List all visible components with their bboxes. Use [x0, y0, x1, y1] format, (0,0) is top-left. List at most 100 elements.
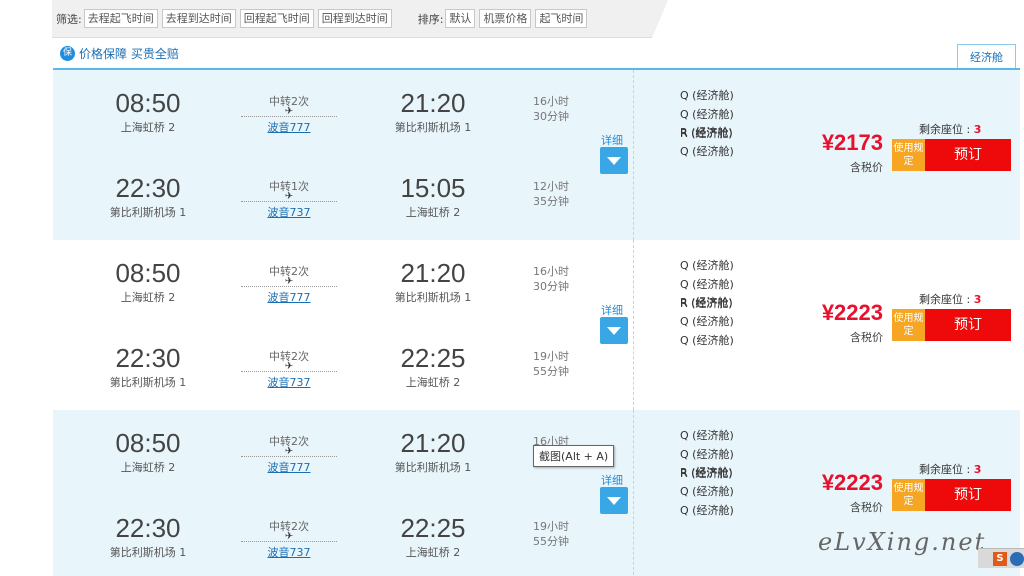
route-line	[241, 116, 337, 117]
book-button[interactable]: 预订	[925, 309, 1011, 341]
cabin-class: Q (经济舱)	[680, 145, 734, 158]
duration-minutes: 30分钟	[533, 280, 569, 293]
cabin-class: R (经济舱)	[680, 296, 733, 309]
duration-minutes: 55分钟	[533, 365, 569, 378]
arrival-time: 21:20	[400, 258, 466, 288]
duration-hours: 19小时	[533, 350, 569, 363]
cabin-class: Q (经济舱)	[680, 108, 734, 121]
route-line	[241, 201, 337, 202]
outbound-segment: 08:50 上海虹桥 2 中转2次 ✈ 波音777 21:20 第比利斯机场 1…	[53, 70, 633, 155]
aircraft-link[interactable]: 波音777	[241, 289, 337, 305]
cabin-class: Q (经济舱)	[680, 485, 734, 498]
cabin-class: Q (经济舱)	[680, 278, 734, 291]
cabin-class: Q (经济舱)	[680, 259, 734, 272]
filter-bar: 筛选: 去程起飞时间 去程到达时间 回程起飞时间 回程到达时间 排序: 默认 机…	[52, 0, 668, 38]
sort-departure-time[interactable]: 起飞时间	[535, 9, 588, 28]
duration-hours: 16小时	[533, 95, 569, 108]
cabin-class: Q (经济舱)	[680, 315, 734, 328]
watermark: eLvXing.net	[818, 528, 987, 556]
arrival-time: 21:20	[400, 428, 466, 458]
fare-rules-button[interactable]: 使用规定	[892, 309, 925, 341]
duration-hours: 16小时	[533, 265, 569, 278]
arrival-airport: 第比利斯机场 1	[394, 291, 472, 304]
aircraft-link[interactable]: 波音737	[241, 544, 337, 560]
cabin-class: Q (经济舱)	[680, 334, 734, 347]
duration-hours: 12小时	[533, 180, 569, 193]
route-line	[241, 371, 337, 372]
remaining-seats-count: 3	[973, 123, 982, 136]
route-line	[241, 286, 337, 287]
sort-price[interactable]: 机票价格	[479, 9, 532, 28]
remaining-seats-label: 剩余座位 :	[919, 123, 974, 136]
remaining-seats-label: 剩余座位 :	[919, 463, 974, 476]
filter-outbound-arrival-time[interactable]: 去程到达时间	[161, 9, 236, 28]
details-link[interactable]: 详细	[601, 302, 623, 318]
filter-return-arrival-time[interactable]: 回程到达时间	[317, 9, 392, 28]
aircraft-link[interactable]: 波音737	[241, 204, 337, 220]
arrival-time: 21:20	[400, 88, 466, 118]
remaining-seats-count: 3	[973, 463, 982, 476]
details-link[interactable]: 详细	[601, 472, 623, 488]
flight-duration: 16小时 30分钟	[533, 94, 569, 124]
aircraft-link[interactable]: 波音777	[241, 459, 337, 475]
aircraft-link[interactable]: 波音737	[241, 374, 337, 390]
sort-default[interactable]: 默认	[445, 9, 476, 28]
price: ¥2223	[821, 470, 883, 495]
fare-rules-button[interactable]: 使用规定	[892, 139, 925, 171]
duration-minutes: 30分钟	[533, 110, 569, 123]
price-guarantee-text: 价格保障 买贵全赔	[79, 47, 179, 61]
filter-outbound-departure-time[interactable]: 去程起飞时间	[83, 9, 158, 28]
globe-icon[interactable]	[1010, 552, 1024, 566]
flight-duration: 19小时 55分钟	[533, 519, 569, 549]
arrival-airport: 第比利斯机场 1	[394, 461, 472, 474]
departure-time: 08:50	[115, 428, 181, 458]
outbound-classes: Q (经济舱) Q (经济舱) R (经济舱)	[680, 426, 734, 480]
arrival-airport: 上海虹桥 2	[405, 376, 461, 389]
cabin-class: R (经济舱)	[680, 466, 733, 479]
price-guarantee[interactable]: 保 价格保障 买贵全赔	[60, 45, 179, 62]
arrival-time: 22:25	[400, 343, 466, 373]
expand-chevron-down-icon[interactable]	[600, 147, 628, 174]
tax-included-label: 含税价	[850, 331, 883, 344]
shield-icon: 保	[60, 46, 75, 61]
inbound-classes: R (经济舱) Q (经济舱) Q (经济舱)	[680, 293, 734, 347]
filter-return-departure-time[interactable]: 回程起飞时间	[239, 9, 314, 28]
expand-chevron-down-icon[interactable]	[600, 487, 628, 514]
book-button[interactable]: 预订	[925, 139, 1011, 171]
arrival-time: 15:05	[400, 173, 466, 203]
remaining-seats-count: 3	[973, 293, 982, 306]
expand-chevron-down-icon[interactable]	[600, 317, 628, 344]
cabin-class-list: Q (经济舱) Q (经济舱) R (经济舱) R (经济舱) Q (经济舱) Q (经…	[680, 426, 734, 517]
inbound-segment: 22:30 第比利斯机场 1 中转1次 ✈ 波音737 15:05 上海虹桥 2…	[53, 155, 633, 240]
departure-airport: 上海虹桥 2	[120, 461, 176, 474]
cabin-class: R (经济舱)	[680, 126, 733, 139]
details-link[interactable]: 详细	[601, 132, 623, 148]
aircraft-link[interactable]: 波音777	[241, 119, 337, 135]
price: ¥2173	[821, 130, 883, 155]
flight-duration: 19小时 55分钟	[533, 349, 569, 379]
cabin-class: Q (经济舱)	[680, 429, 734, 442]
arrival-time: 22:25	[400, 513, 466, 543]
cabin-class: Q (经济舱)	[680, 89, 734, 102]
cabin-class: Q (经济舱)	[680, 448, 734, 461]
fare-rules-button[interactable]: 使用规定	[892, 479, 925, 511]
route-line	[241, 456, 337, 457]
sogou-s-icon[interactable]: S	[993, 552, 1007, 566]
sort-label: 排序:	[417, 12, 444, 26]
tax-included-label: 含税价	[850, 161, 883, 174]
departure-time: 22:30	[115, 513, 181, 543]
flight-duration: 16小时 30分钟	[533, 264, 569, 294]
flight-result-row: 08:50 上海虹桥 2 中转2次 ✈ 波音777 21:20 第比利斯机场 1…	[53, 70, 1020, 240]
remaining-seats: 剩余座位 : 3	[919, 291, 981, 307]
departure-time: 22:30	[115, 343, 181, 373]
arrival-airport: 上海虹桥 2	[405, 546, 461, 559]
inbound-segment: 22:30 第比利斯机场 1 中转2次 ✈ 波音737 22:25 上海虹桥 2…	[53, 495, 633, 576]
departure-time: 08:50	[115, 258, 181, 288]
book-button[interactable]: 预订	[925, 479, 1011, 511]
price: ¥2223	[821, 300, 883, 325]
column-divider	[633, 240, 634, 410]
system-tray: S	[978, 548, 1024, 568]
tab-economy[interactable]: 经济舱	[957, 44, 1016, 69]
remaining-seats-label: 剩余座位 :	[919, 293, 974, 306]
duration-minutes: 35分钟	[533, 195, 569, 208]
